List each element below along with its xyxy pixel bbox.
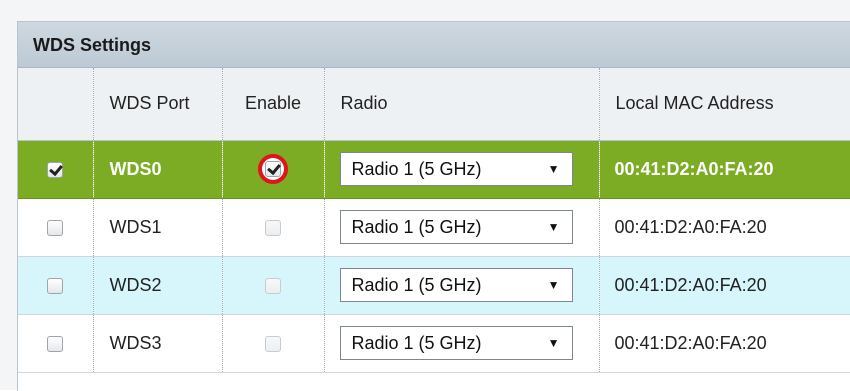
enable-checkbox[interactable] [265, 277, 281, 294]
row-select-checkbox[interactable] [47, 219, 64, 236]
table-row-wds1[interactable]: WDS1 Radio 1 (5 GHz) ▼ 00:41:D2:A0:FA:20 [18, 198, 850, 257]
port-name: WDS2 [93, 256, 223, 315]
chevron-down-icon: ▼ [547, 336, 560, 350]
chevron-down-icon: ▼ [547, 220, 560, 234]
table-header-row: WDS Port Enable Radio Local MAC Address [18, 68, 850, 141]
radio-select[interactable]: Radio 1 (5 GHz) ▼ [339, 268, 573, 302]
column-header-enable: Enable [222, 68, 325, 141]
radio-select-value: Radio 1 (5 GHz) [351, 159, 482, 179]
table-row-wds2[interactable]: WDS2 Radio 1 (5 GHz) ▼ 00:41:D2:A0:FA:20 [18, 256, 850, 315]
local-mac-address: 00:41:D2:A0:FA:20 [599, 140, 850, 199]
radio-select[interactable]: Radio 1 (5 GHz) ▼ [339, 210, 573, 244]
column-header-mac: Local MAC Address [599, 68, 850, 141]
row-select-checkbox[interactable] [47, 277, 64, 294]
row-select-checkbox[interactable] [47, 335, 64, 352]
wds-table: WDS Port Enable Radio Local MAC Address … [18, 68, 850, 373]
local-mac-address: 00:41:D2:A0:FA:20 [599, 314, 850, 373]
port-name: WDS0 [93, 140, 223, 199]
column-header-port: WDS Port [93, 68, 223, 141]
enable-checkbox[interactable] [265, 219, 281, 236]
chevron-down-icon: ▼ [547, 162, 560, 176]
radio-select-value: Radio 1 (5 GHz) [351, 275, 482, 295]
radio-select[interactable]: Radio 1 (5 GHz) ▼ [339, 152, 573, 186]
highlight-circle [258, 154, 288, 184]
wds-settings-panel: WDS Settings WDS Port Enable Radio Local… [17, 21, 850, 391]
enable-checkbox[interactable] [265, 335, 281, 352]
row-select-checkbox[interactable] [47, 161, 64, 178]
column-header-radio: Radio [324, 68, 600, 141]
table-row-wds3[interactable]: WDS3 Radio 1 (5 GHz) ▼ 00:41:D2:A0:FA:20 [18, 314, 850, 373]
port-name: WDS1 [93, 198, 223, 257]
panel-title: WDS Settings [18, 22, 850, 68]
column-header-select [18, 68, 94, 141]
port-name: WDS3 [93, 314, 223, 373]
enable-checkbox[interactable] [265, 161, 281, 177]
radio-select[interactable]: Radio 1 (5 GHz) ▼ [339, 326, 573, 360]
radio-select-value: Radio 1 (5 GHz) [351, 333, 482, 353]
page-background: WDS Settings WDS Port Enable Radio Local… [0, 0, 850, 391]
table-row-wds0[interactable]: WDS0 Radio 1 (5 GHz) ▼ 00:41:D2:A0:FA:20 [18, 140, 850, 199]
local-mac-address: 00:41:D2:A0:FA:20 [599, 198, 850, 257]
chevron-down-icon: ▼ [547, 278, 560, 292]
local-mac-address: 00:41:D2:A0:FA:20 [599, 256, 850, 315]
radio-select-value: Radio 1 (5 GHz) [351, 217, 482, 237]
